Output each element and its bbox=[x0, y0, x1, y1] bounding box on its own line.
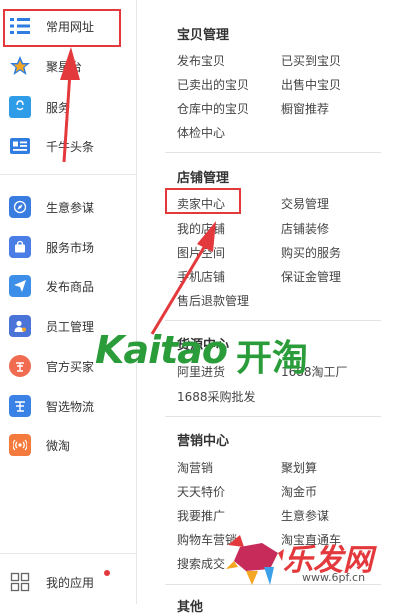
section-title: 店铺管理 bbox=[177, 171, 230, 186]
section-divider bbox=[165, 416, 381, 417]
notification-dot bbox=[104, 570, 110, 576]
section-divider bbox=[165, 152, 381, 153]
sidebar-item-label: 微淘 bbox=[46, 438, 71, 453]
sidebar-item-smart-logistics[interactable]: 智选物流 bbox=[0, 388, 136, 424]
section-divider bbox=[165, 320, 381, 321]
sidebar-item-label: 官方买家 bbox=[46, 359, 95, 374]
section-title: 宝贝管理 bbox=[177, 28, 230, 43]
news-card-icon bbox=[9, 135, 31, 157]
section-title: 营销中心 bbox=[177, 434, 230, 449]
section-title: 其他 bbox=[177, 600, 204, 615]
user-icon bbox=[9, 315, 31, 337]
sidebar-item-my-apps[interactable]: 我的应用 bbox=[0, 564, 136, 600]
menu-link[interactable]: 图片空间 bbox=[177, 244, 225, 261]
menu-link[interactable]: 保证金管理 bbox=[281, 268, 341, 285]
menu-link[interactable]: 淘金币 bbox=[281, 483, 317, 500]
menu-link[interactable]: 聚划算 bbox=[281, 459, 317, 476]
buyer-icon bbox=[9, 355, 31, 377]
highlight-box bbox=[165, 188, 241, 214]
menu-link[interactable]: 体检中心 bbox=[177, 124, 225, 141]
sidebar-item-jixingtai[interactable]: 聚星台 bbox=[0, 48, 136, 84]
sidebar-item-publish-product[interactable]: 发布商品 bbox=[0, 268, 136, 304]
sidebar-item-business-advisor[interactable]: 生意参谋 bbox=[0, 189, 136, 225]
kaitao-watermark-latin: Kaitao bbox=[95, 328, 228, 372]
menu-link[interactable]: 已卖出的宝贝 bbox=[177, 76, 249, 93]
sidebar-item-label: 发布商品 bbox=[46, 279, 95, 294]
menu-link[interactable]: 售后退款管理 bbox=[177, 292, 249, 309]
sidebar-item-label: 服务市场 bbox=[46, 240, 95, 255]
bull-logo-icon bbox=[226, 535, 284, 585]
menu-link[interactable]: 店铺装修 bbox=[281, 220, 329, 237]
menu-link[interactable]: 生意参谋 bbox=[281, 507, 329, 524]
menu-link[interactable]: 交易管理 bbox=[281, 195, 329, 212]
star-icon bbox=[9, 55, 31, 77]
sidebar-item-label: 聚星台 bbox=[46, 59, 83, 74]
menu-link[interactable]: 我要推广 bbox=[177, 507, 225, 524]
kaitao-watermark-cn: 开淘 bbox=[236, 338, 309, 379]
menu-link[interactable]: 出售中宝贝 bbox=[281, 76, 341, 93]
sidebar-item-service[interactable]: 服务 bbox=[0, 89, 136, 125]
paper-plane-icon bbox=[9, 275, 31, 297]
sidebar-item-label: 千牛头条 bbox=[46, 139, 95, 154]
menu-link[interactable]: 搜索成交 bbox=[177, 555, 225, 572]
menu-link[interactable]: 橱窗推荐 bbox=[281, 100, 329, 117]
menu-panel: 宝贝管理 发布宝贝 已买到宝贝 已卖出的宝贝 出售中宝贝 仓库中的宝贝 橱窗推荐… bbox=[137, 0, 393, 615]
menu-link[interactable]: 仓库中的宝贝 bbox=[177, 100, 249, 117]
apps-grid-icon bbox=[9, 571, 31, 593]
compass-icon bbox=[9, 196, 31, 218]
menu-link[interactable]: 淘营销 bbox=[177, 459, 213, 476]
site-watermark-url: www.6pf.cn bbox=[302, 571, 366, 584]
menu-link[interactable]: 购买的服务 bbox=[281, 244, 341, 261]
menu-link[interactable]: 1688采购批发 bbox=[177, 388, 256, 405]
sidebar-item-weitao[interactable]: 微淘 bbox=[0, 427, 136, 463]
sidebar-item-qianniu-news[interactable]: 千牛头条 bbox=[0, 128, 136, 164]
menu-link[interactable]: 手机店铺 bbox=[177, 268, 225, 285]
sidebar-item-label: 我的应用 bbox=[46, 575, 95, 590]
sidebar: 常用网址 聚星台 服务 千牛头条 生意参谋 服务市场 发布商品 员工管理 官方买… bbox=[0, 0, 137, 604]
menu-link[interactable]: 已买到宝贝 bbox=[281, 52, 341, 69]
sidebar-divider bbox=[0, 553, 136, 554]
sidebar-item-label: 智选物流 bbox=[46, 399, 95, 414]
broadcast-icon bbox=[9, 434, 31, 456]
sidebar-item-label: 服务 bbox=[46, 100, 71, 115]
shopping-bag-icon bbox=[9, 96, 31, 118]
bag-icon bbox=[9, 236, 31, 258]
sidebar-item-label: 生意参谋 bbox=[46, 200, 95, 215]
sidebar-item-label: 员工管理 bbox=[46, 319, 95, 334]
sidebar-item-service-market[interactable]: 服务市场 bbox=[0, 229, 136, 265]
logistics-icon bbox=[9, 395, 31, 417]
menu-link[interactable]: 天天特价 bbox=[177, 483, 225, 500]
menu-link[interactable]: 发布宝贝 bbox=[177, 52, 225, 69]
menu-link[interactable]: 我的店铺 bbox=[177, 220, 225, 237]
sidebar-divider bbox=[0, 174, 136, 175]
highlight-box bbox=[3, 9, 121, 47]
